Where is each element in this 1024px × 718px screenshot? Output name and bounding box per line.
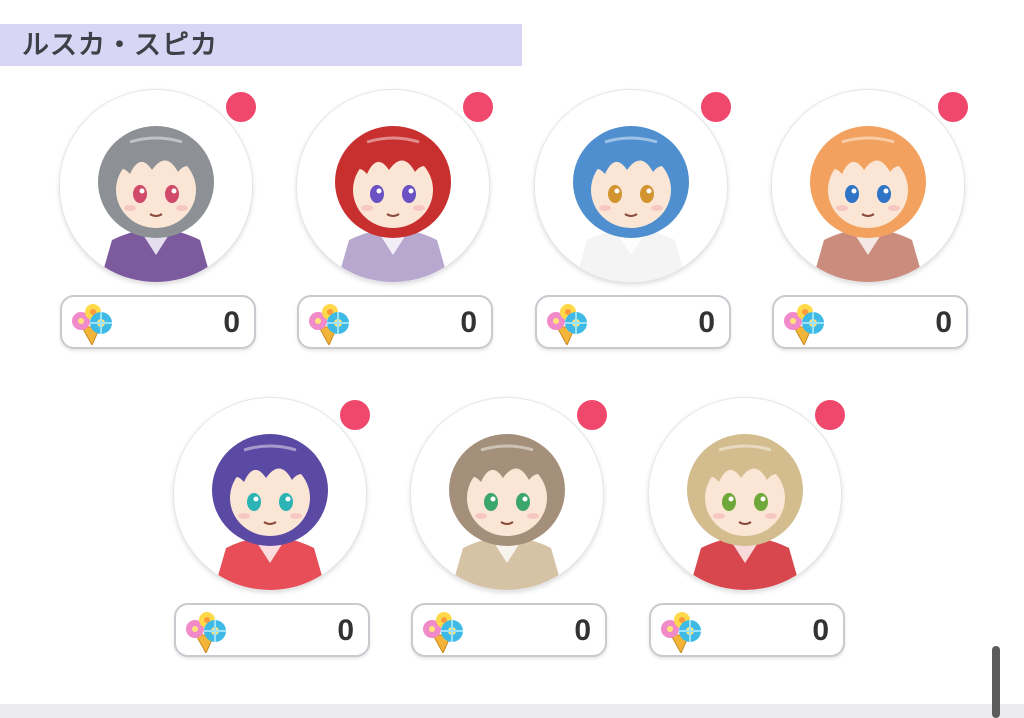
character-card[interactable]: 0: [649, 398, 849, 663]
flower-bouquet-icon: [780, 301, 830, 350]
new-badge: [224, 90, 258, 124]
flower-bouquet-icon: [182, 609, 232, 658]
new-badge: [575, 398, 609, 432]
gift-count-box: 0: [772, 295, 968, 349]
gift-count-box: 0: [535, 295, 731, 349]
character-card[interactable]: 0: [60, 90, 260, 355]
new-badge: [936, 90, 970, 124]
flower-bouquet-icon: [657, 609, 707, 658]
gift-count: 0: [935, 306, 952, 339]
character-avatar[interactable]: [535, 90, 727, 282]
character-card[interactable]: 0: [772, 90, 972, 355]
flower-bouquet-icon: [543, 301, 593, 350]
new-badge: [338, 398, 372, 432]
gift-count-box: 0: [174, 603, 370, 657]
gift-count: 0: [223, 306, 240, 339]
gift-count: 0: [460, 306, 477, 339]
gift-count-box: 0: [60, 295, 256, 349]
flower-bouquet-icon: [68, 301, 118, 350]
gift-count-box: 0: [649, 603, 845, 657]
new-badge: [699, 90, 733, 124]
character-avatar[interactable]: [411, 398, 603, 590]
character-avatar[interactable]: [649, 398, 841, 590]
flower-bouquet-icon: [305, 301, 355, 350]
character-avatar[interactable]: [174, 398, 366, 590]
character-avatar[interactable]: [297, 90, 489, 282]
character-avatar[interactable]: [60, 90, 252, 282]
character-avatar[interactable]: [772, 90, 964, 282]
section-header: ルスカ・スピカ: [0, 24, 522, 66]
gift-count: 0: [812, 614, 829, 647]
gift-count-box: 0: [297, 295, 493, 349]
gift-count: 0: [337, 614, 354, 647]
character-card[interactable]: 0: [297, 90, 497, 355]
new-badge: [461, 90, 495, 124]
character-card[interactable]: 0: [174, 398, 374, 663]
character-card[interactable]: 0: [535, 90, 735, 355]
character-card[interactable]: 0: [411, 398, 611, 663]
bottom-bar: [0, 704, 1024, 718]
gift-count-box: 0: [411, 603, 607, 657]
section-title: ルスカ・スピカ: [22, 30, 218, 60]
gift-count: 0: [698, 306, 715, 339]
gift-count: 0: [574, 614, 591, 647]
new-badge: [813, 398, 847, 432]
flower-bouquet-icon: [419, 609, 469, 658]
scrollbar[interactable]: [992, 646, 1000, 718]
